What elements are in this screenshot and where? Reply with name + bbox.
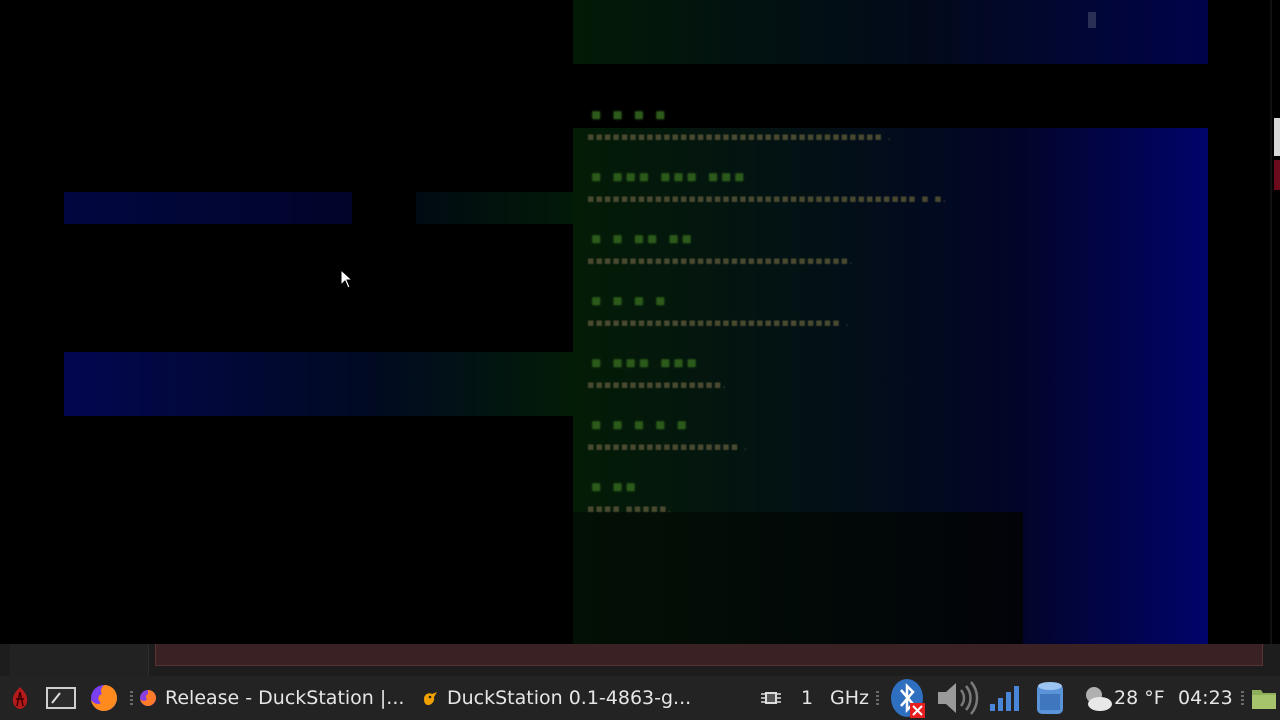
signal-strength-icon <box>990 686 1019 711</box>
firefox-icon <box>140 690 156 706</box>
terminal-icon <box>46 687 76 709</box>
volume-icon <box>938 681 979 715</box>
status-strip <box>0 644 1280 676</box>
strip-bar <box>155 644 1263 666</box>
mouse-pointer-icon <box>340 269 354 289</box>
game-menu-list: ▪ ▪ ▪ ▪ ▪▪▪▪▪▪▪▪▪▪▪▪▪▪▪▪▪▪▪▪▪▪▪▪▪▪▪▪▪▪▪▪… <box>587 103 1027 537</box>
menu-item-description: ▪▪▪▪▪▪▪▪▪▪▪▪▪▪▪▪▪▪▪▪▪▪▪▪▪▪▪▪▪▪ . <box>587 316 850 329</box>
app-menu-icon <box>12 687 28 709</box>
menu-item[interactable]: ▪ ▪ ▪ ▪ ▪▪▪▪▪▪▪▪▪▪▪▪▪▪▪▪▪▪▪▪▪▪▪▪▪▪▪▪▪▪▪▪… <box>587 103 1027 165</box>
task-button-browser[interactable]: Release - DuckStation |... <box>139 676 411 720</box>
menu-item-description: ▪▪▪▪▪▪▪▪▪▪▪▪▪▪▪▪▪▪▪▪▪▪▪▪▪▪▪▪▪▪▪. <box>587 254 854 267</box>
menu-item-description: ▪▪▪▪▪▪▪▪▪▪▪▪▪▪▪▪▪▪▪▪▪▪▪▪▪▪▪▪▪▪▪▪▪▪▪ . <box>587 130 892 143</box>
menu-item-title: ▪ ▪ ▪ ▪ ▪ <box>591 415 690 433</box>
menu-item[interactable]: ▪ ▪▪▪ ▪▪▪ ▪▪▪▪▪▪▪▪▪▪▪▪▪▪▪▪. <box>587 351 1027 413</box>
duckstation-icon <box>424 692 437 705</box>
taskbar: Release - DuckStation |... DuckStation 0… <box>0 676 1280 720</box>
storage-button[interactable] <box>1034 676 1068 720</box>
app-menu-button[interactable] <box>6 676 36 720</box>
cpu-frequency: GHz <box>830 687 869 709</box>
disk-icon <box>1037 682 1063 714</box>
middle-bar <box>416 192 574 224</box>
scrollbar-thumb[interactable] <box>1274 118 1280 156</box>
strip-left-panel <box>10 644 149 676</box>
volume-button[interactable] <box>934 676 980 720</box>
scroll-marker <box>1274 160 1280 190</box>
network-button[interactable] <box>988 676 1022 720</box>
task-label: DuckStation 0.1-4863-g... <box>447 687 692 709</box>
menu-item-title: ▪ ▪ ▪ ▪ <box>591 105 669 123</box>
scroll-edge <box>1270 0 1272 644</box>
firefox-launcher[interactable] <box>89 676 121 720</box>
menu-item-description: ▪▪▪▪▪▪▪▪▪▪▪▪▪▪▪▪. <box>587 378 727 391</box>
show-desktop-button[interactable] <box>1250 676 1278 720</box>
menu-item-description: ▪▪▪▪▪▪▪▪▪▪▪▪▪▪▪▪▪▪▪▪▪▪▪▪▪▪▪▪▪▪▪▪▪▪▪▪▪▪▪ … <box>587 192 948 205</box>
menu-item[interactable]: ▪ ▪▪ ▪▪▪▪ ▪▪▪▪▪. <box>587 475 1027 537</box>
menu-item[interactable]: ▪ ▪▪▪ ▪▪▪ ▪▪▪ ▪▪▪▪▪▪▪▪▪▪▪▪▪▪▪▪▪▪▪▪▪▪▪▪▪▪… <box>587 165 1027 227</box>
task-label: Release - DuckStation |... <box>165 687 405 709</box>
menu-item-title: ▪ ▪▪▪ ▪▪▪ ▪▪▪ <box>591 167 748 185</box>
taskbar-separator <box>1241 691 1244 707</box>
menu-item-title: ▪ ▪ ▪▪ ▪▪ <box>591 229 695 247</box>
menu-item-title: ▪ ▪▪ <box>591 477 639 495</box>
menu-item-title: ▪ ▪ ▪ ▪ <box>591 291 669 309</box>
taskbar-separator <box>876 691 879 707</box>
desktop-folder-icon <box>1252 690 1276 709</box>
taskbar-separator <box>130 691 133 707</box>
weather-temperature: 28 °F <box>1114 687 1165 709</box>
menu-item-description: ▪▪▪▪▪▪▪▪▪▪▪▪▪▪▪▪▪▪ . <box>587 440 749 453</box>
weather-cloud-icon <box>1086 687 1112 711</box>
top-banner <box>573 0 1208 64</box>
clock[interactable]: 04:23 <box>1178 676 1233 720</box>
bluetooth-button[interactable] <box>888 676 928 720</box>
weather-button[interactable] <box>1082 676 1114 720</box>
menu-item[interactable]: ▪ ▪ ▪ ▪ ▪ ▪▪▪▪▪▪▪▪▪▪▪▪▪▪▪▪▪▪ . <box>587 413 1027 475</box>
menu-item-description: ▪▪▪▪ ▪▪▪▪▪. <box>587 502 673 515</box>
cpu-monitor[interactable] <box>760 676 784 720</box>
task-button-duckstation[interactable]: DuckStation 0.1-4863-g... <box>421 676 697 720</box>
menu-item[interactable]: ▪ ▪ ▪▪ ▪▪ ▪▪▪▪▪▪▪▪▪▪▪▪▪▪▪▪▪▪▪▪▪▪▪▪▪▪▪▪▪▪… <box>587 227 1027 289</box>
lower-bar <box>64 352 574 416</box>
menu-item-title: ▪ ▪▪▪ ▪▪▪ <box>591 353 700 371</box>
top-marker <box>1088 12 1096 28</box>
bluetooth-disabled-icon <box>891 679 925 718</box>
firefox-icon <box>91 685 117 711</box>
menu-item[interactable]: ▪ ▪ ▪ ▪ ▪▪▪▪▪▪▪▪▪▪▪▪▪▪▪▪▪▪▪▪▪▪▪▪▪▪▪▪▪▪ . <box>587 289 1027 351</box>
game-display[interactable]: ▪ ▪ ▪ ▪ ▪▪▪▪▪▪▪▪▪▪▪▪▪▪▪▪▪▪▪▪▪▪▪▪▪▪▪▪▪▪▪▪… <box>0 0 1280 644</box>
terminal-launcher[interactable] <box>46 676 78 720</box>
left-bar <box>64 192 352 224</box>
cpu-count: 1 <box>801 687 814 709</box>
cpu-chip-icon <box>761 692 781 704</box>
